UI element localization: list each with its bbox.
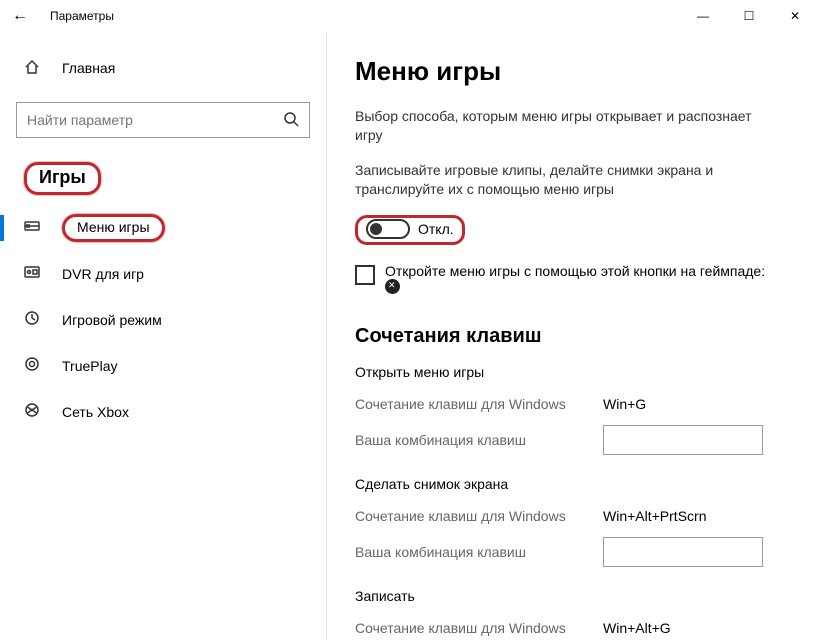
maximize-button[interactable]: ☐ [726,0,772,32]
sidebar-home-label: Главная [62,60,115,76]
shortcut-winlabel: Сочетание клавиш для Windows [355,620,603,636]
sidebar-home[interactable]: Главная [0,48,326,88]
xbox-icon [24,402,44,422]
game-bar-icon [24,218,44,238]
titlebar: ← Параметры — ☐ ✕ [0,0,818,32]
minimize-button[interactable]: — [680,0,726,32]
shortcut-title: Открыть меню игры [355,364,798,380]
toggle-state-label: Откл. [418,221,454,237]
main-panel: Меню игры Выбор способа, которым меню иг… [327,32,818,640]
sidebar-item-label: Игровой режим [62,312,162,328]
window-title: Параметры [50,9,114,23]
dvr-icon [24,264,44,284]
sidebar-item-game-bar[interactable]: Меню игры [0,205,326,251]
close-button[interactable]: ✕ [772,0,818,32]
shortcut-group-record: Записать Сочетание клавиш для Windows Wi… [355,588,798,640]
page-description: Выбор способа, которым меню игры открыва… [355,107,775,145]
shortcut-userlabel: Ваша комбинация клавиш [355,432,603,448]
sidebar-item-game-dvr[interactable]: DVR для игр [0,251,326,297]
search-input[interactable] [16,102,310,138]
gamepad-checkbox-label: Откройте меню игры с помощью этой кнопки… [385,263,775,295]
sidebar-item-label: DVR для игр [62,266,144,282]
sidebar-item-label: Меню игры [62,214,165,242]
page-title: Меню игры [355,56,798,87]
search-field[interactable] [27,112,283,128]
back-button[interactable]: ← [12,7,34,25]
shortcut-winval: Win+Alt+PrtScrn [603,508,706,524]
sidebar: Главная Игры Меню игры DVR для игр [0,32,327,640]
shortcut-input[interactable] [603,425,763,455]
game-mode-icon [24,310,44,330]
shortcut-title: Записать [355,588,798,604]
sidebar-item-label: TruePlay [62,358,118,374]
toggle-caption: Записывайте игровые клипы, делайте снимк… [355,161,775,199]
toggle-highlight: Откл. [355,215,465,245]
shortcut-title: Сделать снимок экрана [355,476,798,492]
xbox-button-icon [385,279,400,294]
sidebar-item-label: Сеть Xbox [62,404,129,420]
sidebar-item-xbox-network[interactable]: Сеть Xbox [0,389,326,435]
shortcut-userlabel: Ваша комбинация клавиш [355,544,603,560]
sidebar-item-game-mode[interactable]: Игровой режим [0,297,326,343]
sidebar-section-title: Игры [0,156,326,205]
shortcut-group-screenshot: Сделать снимок экрана Сочетание клавиш д… [355,476,798,570]
shortcut-input[interactable] [603,537,763,567]
shortcut-winval: Win+Alt+G [603,620,671,636]
shortcuts-heading: Сочетания клавиш [355,325,798,348]
shortcut-winval: Win+G [603,396,646,412]
sidebar-item-trueplay[interactable]: TruePlay [0,343,326,389]
trueplay-icon [24,356,44,376]
home-icon [24,59,44,78]
game-bar-toggle[interactable] [366,219,410,239]
shortcut-winlabel: Сочетание клавиш для Windows [355,508,603,524]
search-icon [283,111,299,130]
shortcut-winlabel: Сочетание клавиш для Windows [355,396,603,412]
shortcut-group-open: Открыть меню игры Сочетание клавиш для W… [355,364,798,458]
gamepad-checkbox[interactable] [355,265,375,285]
